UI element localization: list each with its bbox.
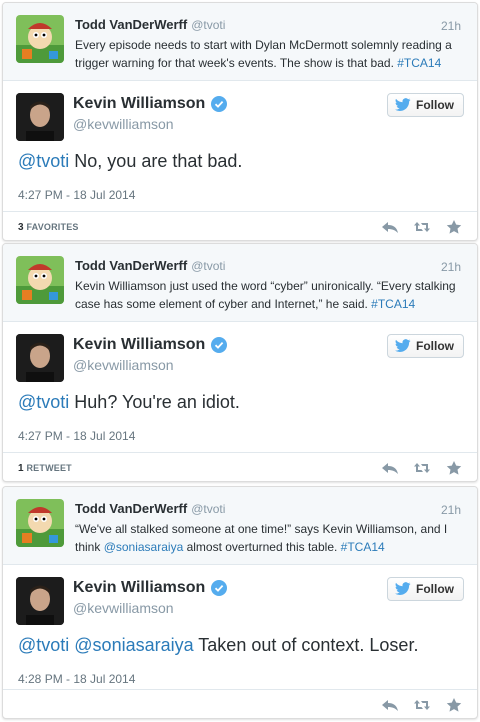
hashtag-link[interactable]: #TCA14 bbox=[371, 297, 415, 311]
reply-author-name[interactable]: Kevin Williamson bbox=[73, 336, 228, 354]
mention-link[interactable]: @tvoti bbox=[18, 392, 69, 412]
follow-button[interactable]: Follow bbox=[387, 577, 464, 601]
tweet-stats[interactable]: 1 RETWEET bbox=[18, 463, 72, 474]
parent-tweet-text: Kevin Williamson just used the word “cyb… bbox=[75, 279, 456, 311]
reply-avatar[interactable] bbox=[16, 93, 64, 141]
retweet-icon[interactable] bbox=[413, 697, 431, 713]
parent-avatar[interactable] bbox=[16, 256, 64, 304]
parent-tweet-text: “We've all stalked someone at one time!”… bbox=[75, 522, 448, 554]
parent-avatar[interactable] bbox=[16, 15, 64, 63]
mention-link[interactable]: @tvoti @soniasaraiya bbox=[18, 635, 194, 655]
follow-button[interactable]: Follow bbox=[387, 334, 464, 358]
parent-author-handle[interactable]: @tvoti bbox=[191, 502, 225, 516]
retweet-icon[interactable] bbox=[413, 460, 431, 476]
parent-avatar[interactable] bbox=[16, 499, 64, 547]
tweet-footer: 1 RETWEET bbox=[3, 452, 477, 481]
parent-author-name[interactable]: Todd VanDerWerff @tvoti bbox=[75, 17, 225, 32]
twitter-bird-icon bbox=[395, 98, 411, 112]
reply-date[interactable]: 4:27 PM - 18 Jul 2014 bbox=[18, 188, 135, 202]
reply-icon[interactable] bbox=[381, 460, 399, 476]
parent-timestamp[interactable]: 21h bbox=[441, 19, 461, 33]
mention-link[interactable]: @tvoti bbox=[18, 151, 69, 171]
reply-date[interactable]: 4:28 PM - 18 Jul 2014 bbox=[18, 672, 135, 686]
parent-author-handle[interactable]: @tvoti bbox=[191, 18, 225, 32]
reply-icon[interactable] bbox=[381, 697, 399, 713]
reply-tweet: Kevin Williamson @kevwilliamson Follow @… bbox=[3, 565, 477, 718]
reply-avatar[interactable] bbox=[16, 577, 64, 625]
reply-author-handle[interactable]: @kevwilliamson bbox=[73, 600, 174, 616]
reply-author-handle[interactable]: @kevwilliamson bbox=[73, 116, 174, 132]
parent-author-handle[interactable]: @tvoti bbox=[191, 259, 225, 273]
reply-author-name[interactable]: Kevin Williamson bbox=[73, 579, 228, 597]
verified-badge-icon bbox=[211, 337, 228, 353]
reply-tweet-text: @tvoti Huh? You're an idiot. bbox=[18, 392, 240, 412]
reply-tweet: Kevin Williamson @kevwilliamson Follow @… bbox=[3, 81, 477, 240]
reply-avatar[interactable] bbox=[16, 334, 64, 382]
reply-tweet: Kevin Williamson @kevwilliamson Follow @… bbox=[3, 322, 477, 481]
hashtag-link[interactable]: #TCA14 bbox=[341, 540, 385, 554]
tweet-footer bbox=[3, 689, 477, 718]
twitter-bird-icon bbox=[395, 339, 411, 353]
tweet-card: Todd VanDerWerff @tvoti 21h Kevin William… bbox=[2, 243, 478, 482]
favorite-icon[interactable] bbox=[445, 219, 463, 235]
reply-tweet-text: @tvoti No, you are that bad. bbox=[18, 151, 243, 171]
tweet-actions bbox=[381, 460, 463, 476]
parent-tweet[interactable]: Todd VanDerWerff @tvoti 21h Every episode… bbox=[3, 3, 477, 81]
follow-button[interactable]: Follow bbox=[387, 93, 464, 117]
reply-tweet-text: @tvoti @soniasaraiya Taken out of contex… bbox=[18, 635, 419, 655]
parent-tweet[interactable]: Todd VanDerWerff @tvoti 21h “We've all st… bbox=[3, 487, 477, 565]
hashtag-link[interactable]: #TCA14 bbox=[397, 56, 441, 70]
mention-link[interactable]: @soniasaraiya bbox=[104, 540, 184, 554]
tweet-card: Todd VanDerWerff @tvoti 21h “We've all st… bbox=[2, 486, 478, 719]
reply-author-name[interactable]: Kevin Williamson bbox=[73, 95, 228, 113]
tweet-card: Todd VanDerWerff @tvoti 21h Every episode… bbox=[2, 2, 478, 241]
parent-author-name[interactable]: Todd VanDerWerff @tvoti bbox=[75, 258, 225, 273]
verified-badge-icon bbox=[211, 580, 228, 596]
retweet-icon[interactable] bbox=[413, 219, 431, 235]
reply-author-handle[interactable]: @kevwilliamson bbox=[73, 357, 174, 373]
parent-tweet[interactable]: Todd VanDerWerff @tvoti 21h Kevin William… bbox=[3, 244, 477, 322]
parent-author-name[interactable]: Todd VanDerWerff @tvoti bbox=[75, 501, 225, 516]
twitter-bird-icon bbox=[395, 582, 411, 596]
parent-timestamp[interactable]: 21h bbox=[441, 503, 461, 517]
tweet-stats[interactable]: 3 FAVORITES bbox=[18, 222, 79, 233]
reply-icon[interactable] bbox=[381, 219, 399, 235]
verified-badge-icon bbox=[211, 96, 228, 112]
tweet-actions bbox=[381, 219, 463, 235]
tweet-footer: 3 FAVORITES bbox=[3, 211, 477, 240]
tweet-actions bbox=[381, 697, 463, 713]
reply-date[interactable]: 4:27 PM - 18 Jul 2014 bbox=[18, 429, 135, 443]
favorite-icon[interactable] bbox=[445, 460, 463, 476]
parent-tweet-text: Every episode needs to start with Dylan … bbox=[75, 38, 452, 70]
favorite-icon[interactable] bbox=[445, 697, 463, 713]
parent-timestamp[interactable]: 21h bbox=[441, 260, 461, 274]
